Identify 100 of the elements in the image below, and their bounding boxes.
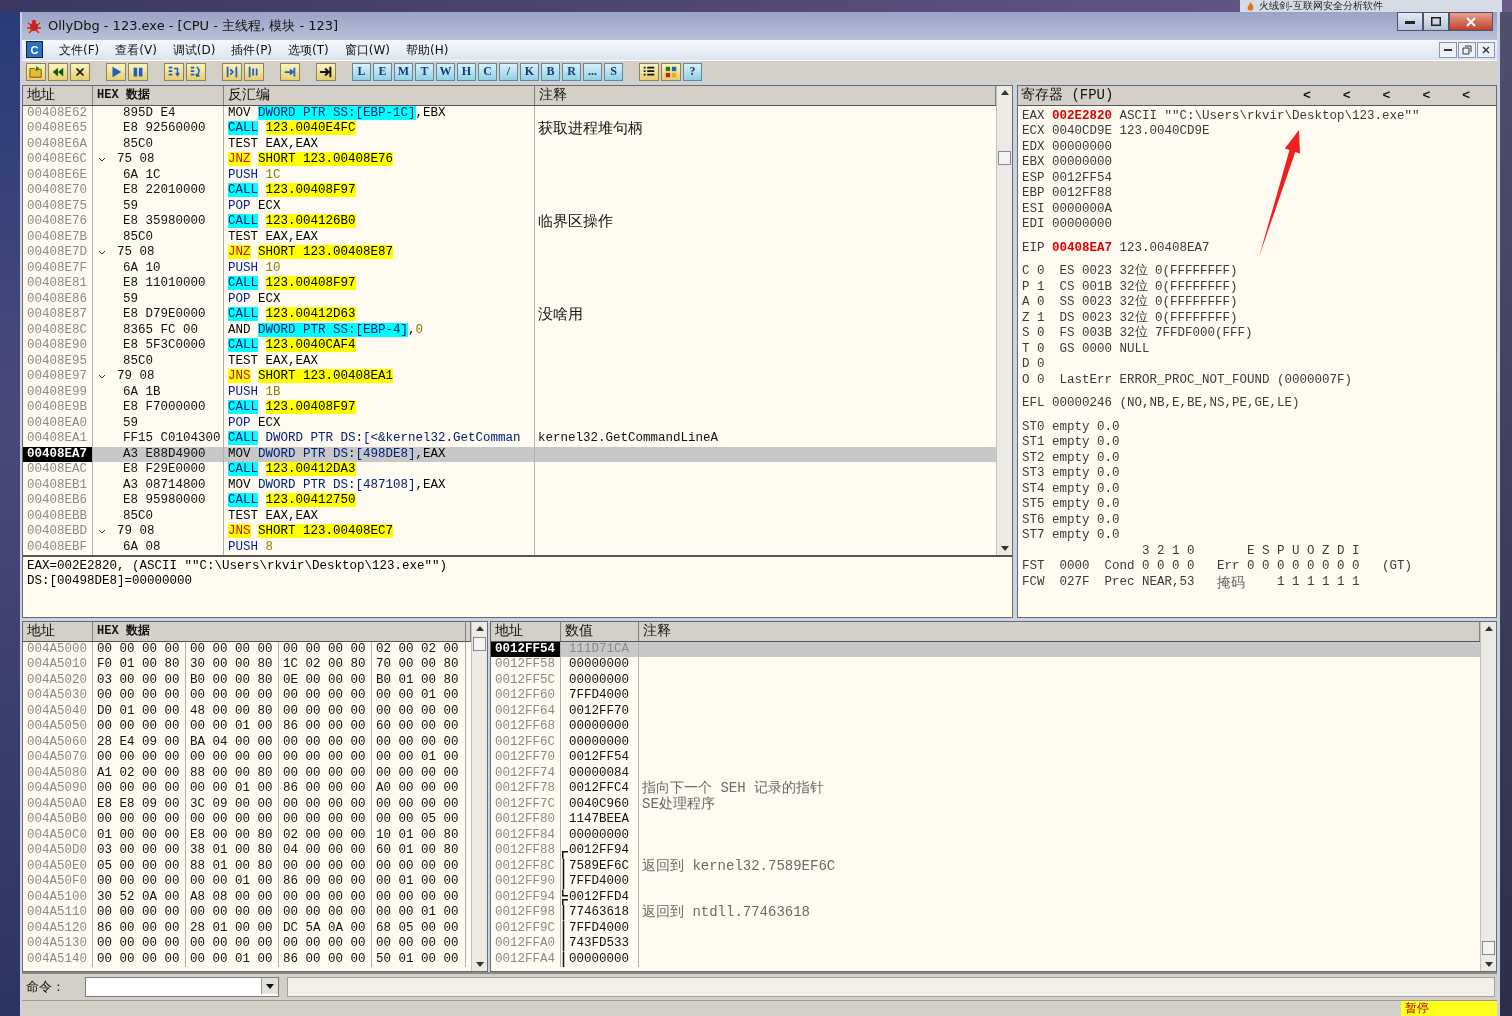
maximize-button[interactable]: [1423, 12, 1449, 31]
code-row[interactable]: 00408E97 79 08 JNS SHORT 123.00408EA1: [23, 369, 996, 385]
command-input[interactable]: [84, 977, 279, 998]
window-button[interactable]: H: [457, 62, 476, 81]
column-header[interactable]: 地址: [23, 621, 93, 641]
scroll-down-icon[interactable]: [475, 962, 484, 968]
register-value[interactable]: 0.0: [1097, 497, 1120, 513]
window-button[interactable]: L: [352, 62, 371, 81]
column-header[interactable]: HEX 数据: [93, 85, 224, 105]
code-row[interactable]: 00408E9B E8 F7000000 CALL 123.00408F97: [23, 400, 996, 416]
stack-row[interactable]: 0012FF6C 00000000: [491, 734, 1480, 750]
window-button[interactable]: /: [499, 62, 518, 81]
stack-row[interactable]: 0012FF98 77463618 返回到 ntdll.77463618: [491, 905, 1480, 921]
window-button[interactable]: C: [478, 62, 497, 81]
view-switch-button[interactable]: <: [1456, 87, 1476, 103]
list-button[interactable]: [639, 62, 659, 81]
dropdown-icon[interactable]: [265, 983, 274, 989]
view-switch-button[interactable]: <: [1416, 87, 1437, 103]
pause-button[interactable]: [128, 62, 148, 81]
code-row[interactable]: 00408EA1 FF15 C0104300 CALL DWORD PTR DS:[<&kernel32.GetComman kernel32.GetCommandLineA: [23, 431, 996, 447]
stack-row[interactable]: 0012FFA4 00000000: [491, 951, 1480, 967]
code-row[interactable]: 00408EA7 A3 E88D4900 MOV DWORD PTR DS:[498DE8],EAX: [23, 446, 996, 463]
register-value[interactable]: 00000246: [1052, 396, 1120, 412]
menu-item[interactable]: 选项(T): [280, 39, 337, 60]
run-button[interactable]: [106, 62, 126, 81]
column-header[interactable]: 地址: [491, 621, 561, 641]
stack-row[interactable]: 0012FF68 00000000: [491, 719, 1480, 735]
column-header[interactable]: HEX 数据: [93, 621, 466, 641]
code-row[interactable]: 00408E7D 75 08 JNZ SHORT 123.00408E87: [23, 245, 996, 261]
register-value[interactable]: 0.0: [1097, 419, 1120, 436]
grid-button[interactable]: [661, 62, 681, 81]
menu-item[interactable]: 帮助(H): [398, 39, 457, 60]
window-button[interactable]: E: [373, 62, 392, 81]
register-value[interactable]: 0000: [1059, 559, 1105, 575]
stack-row[interactable]: 0012FF74 00000084: [491, 765, 1480, 781]
register-value[interactable]: 0012FF54: [1052, 170, 1120, 187]
stack-row[interactable]: 0012FF64 0012FF70: [491, 703, 1480, 719]
register-value[interactable]: 0000000A: [1052, 201, 1120, 218]
flag-value[interactable]: 0: [1037, 295, 1060, 311]
trace-over-button[interactable]: [244, 62, 264, 81]
register-value[interactable]: 002E2820: [1052, 108, 1120, 125]
view-switch-button[interactable]: <: [1296, 87, 1317, 103]
restart-button[interactable]: [48, 62, 68, 81]
scroll-up-icon[interactable]: [1484, 625, 1493, 631]
menu-item[interactable]: 调试(D): [164, 39, 224, 60]
help-button[interactable]: ?: [683, 62, 702, 81]
code-row[interactable]: 00408E81 E8 11010000 CALL 123.00408F97: [23, 276, 996, 292]
stack-row[interactable]: 0012FF58 00000000: [491, 657, 1480, 673]
child-close-button[interactable]: [1477, 41, 1495, 58]
step-into-button[interactable]: [164, 62, 184, 81]
code-row[interactable]: 00408E70 E8 22010000 CALL 123.00408F97: [23, 183, 996, 199]
view-switch-button[interactable]: <: [1336, 87, 1357, 103]
scrollbar[interactable]: [1480, 621, 1496, 972]
code-row[interactable]: 00408E90 E8 5F3C0000 CALL 123.0040CAF4: [23, 338, 996, 354]
register-value[interactable]: 0.0: [1097, 528, 1120, 544]
window-button[interactable]: T: [415, 62, 434, 81]
menu-item[interactable]: 查看(V): [107, 39, 165, 60]
flag-value[interactable]: 0: [1037, 372, 1060, 389]
menu-item[interactable]: 文件(F): [51, 39, 108, 60]
scroll-up-icon[interactable]: [1000, 89, 1009, 95]
register-value[interactable]: 027F: [1059, 574, 1105, 591]
register-value[interactable]: 00000000: [1052, 139, 1120, 156]
window-button[interactable]: S: [604, 62, 623, 81]
close-button[interactable]: [1449, 12, 1493, 31]
code-row[interactable]: 00408EBD 79 08 JNS SHORT 123.00408EC7: [23, 524, 996, 540]
stack-row[interactable]: 0012FF80 1147BEEA: [491, 812, 1480, 828]
execute-till-return-button[interactable]: [280, 62, 300, 81]
code-row[interactable]: 00408E65 E8 92560000 CALL 123.0040E4FC 获取进程堆句柄: [23, 121, 996, 137]
trace-into-button[interactable]: [222, 62, 242, 81]
register-value[interactable]: 00408EA7: [1052, 240, 1120, 257]
window-button[interactable]: ...: [583, 62, 602, 81]
register-value[interactable]: 0.0: [1097, 481, 1120, 498]
scrollbar[interactable]: [996, 85, 1012, 555]
code-row[interactable]: 00408EB6 E8 95980000 CALL 123.00412750: [23, 493, 996, 509]
code-row[interactable]: 00408EAC E8 F29E0000 CALL 123.00412DA3: [23, 462, 996, 478]
register-value[interactable]: 0.0: [1097, 512, 1120, 529]
child-minimize-button[interactable]: [1439, 41, 1457, 58]
flag-value[interactable]: 0: [1037, 341, 1060, 358]
flag-value[interactable]: 0: [1037, 357, 1060, 373]
column-header[interactable]: 地址: [23, 85, 93, 105]
scroll-down-icon[interactable]: [1000, 545, 1009, 551]
stack-row[interactable]: 0012FF60 7FFD4000: [491, 688, 1480, 704]
scroll-thumb[interactable]: [1482, 940, 1495, 955]
stack-row[interactable]: 0012FF84 00000000: [491, 827, 1480, 843]
scroll-up-icon[interactable]: [475, 625, 484, 631]
view-switch-button[interactable]: <: [1376, 87, 1397, 103]
code-row[interactable]: 00408EBF 6A 08 PUSH 8: [23, 539, 996, 556]
stack-row[interactable]: 0012FF9C 7FFD4000: [491, 920, 1480, 936]
code-row[interactable]: 00408E6C 75 08 JNZ SHORT 123.00408E76: [23, 152, 996, 168]
menu-item[interactable]: 插件(P): [223, 39, 281, 60]
minimize-button[interactable]: [1397, 12, 1423, 31]
flag-value[interactable]: 0: [1037, 326, 1060, 342]
close-program-button[interactable]: [70, 62, 90, 81]
register-value[interactable]: 0.0: [1097, 435, 1120, 451]
scrollbar[interactable]: [471, 621, 487, 972]
menu-item[interactable]: 窗口(W): [336, 39, 398, 60]
flag-value[interactable]: 1: [1037, 279, 1060, 296]
register-value[interactable]: 0012FF88: [1052, 186, 1120, 202]
register-value[interactable]: 0040CD9E: [1052, 124, 1120, 140]
stack-row[interactable]: 0012FF7C 0040C960 SE处理程序: [491, 796, 1480, 812]
